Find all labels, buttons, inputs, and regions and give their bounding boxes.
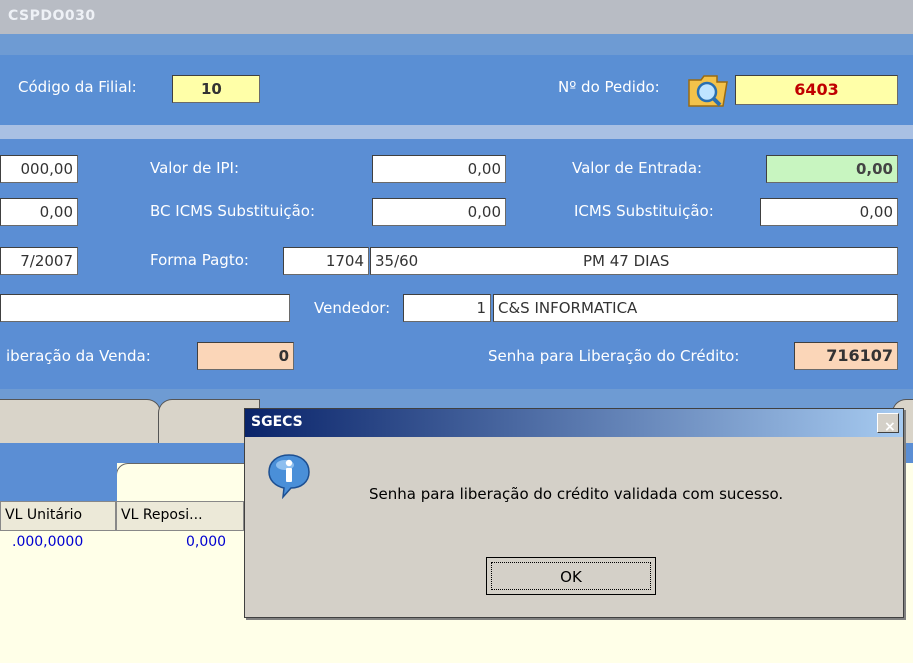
bc-icms-field[interactable]: 0,00 bbox=[372, 198, 506, 226]
senha-credito-field[interactable]: 716107 bbox=[794, 342, 898, 370]
dialog-title-bar: SGECS × bbox=[245, 409, 903, 437]
ok-button-label: OK bbox=[491, 562, 651, 590]
icms-subst-field[interactable]: 0,00 bbox=[760, 198, 898, 226]
entrada-label: Valor de Entrada: bbox=[572, 159, 703, 177]
icms-base-field[interactable]: 0,00 bbox=[0, 198, 78, 226]
grid-tab[interactable] bbox=[116, 463, 248, 502]
customer-field[interactable] bbox=[0, 294, 290, 322]
entrada-field[interactable]: 0,00 bbox=[766, 155, 898, 183]
search-folder-icon[interactable] bbox=[687, 72, 733, 108]
dialog-message: Senha para liberação do crédito validada… bbox=[369, 485, 784, 503]
forma-pagto-desc: 35/60 bbox=[375, 252, 419, 270]
close-button[interactable]: × bbox=[877, 413, 899, 435]
table-row[interactable]: .000,0000 0,000 bbox=[0, 531, 244, 553]
form-panel: 000,00 Valor de IPI: 0,00 Valor de Entra… bbox=[0, 139, 913, 389]
ipi-field[interactable]: 0,00 bbox=[372, 155, 506, 183]
ok-button[interactable]: OK bbox=[486, 557, 656, 595]
forma-pagto-name: PM 47 DIAS bbox=[583, 252, 670, 270]
info-icon bbox=[265, 451, 313, 500]
cell-vl-unitario: .000,0000 bbox=[12, 534, 84, 550]
window-title: CSPDO030 bbox=[8, 8, 96, 24]
ipi-label: Valor de IPI: bbox=[150, 159, 240, 177]
top-band bbox=[0, 34, 913, 55]
tab-1[interactable] bbox=[0, 399, 161, 444]
header-separator bbox=[0, 125, 913, 139]
forma-pagto-desc-field: 35/60 PM 47 DIAS bbox=[370, 247, 898, 275]
pedido-label: Nº do Pedido: bbox=[558, 78, 660, 96]
window-title-bar: CSPDO030 bbox=[0, 0, 913, 34]
senha-credito-label: Senha para Liberação do Crédito: bbox=[488, 347, 740, 365]
liberacao-venda-label: iberação da Venda: bbox=[6, 347, 151, 365]
date-field[interactable]: 7/2007 bbox=[0, 247, 78, 275]
column-header-vl-reposicao[interactable]: VL Reposi... bbox=[116, 501, 244, 531]
grid-tab-bg bbox=[0, 463, 117, 501]
message-dialog: SGECS × Senha para liberação do crédito … bbox=[244, 408, 904, 618]
forma-pagto-code-field[interactable]: 1704 bbox=[283, 247, 369, 275]
dialog-title: SGECS bbox=[251, 414, 303, 430]
bc-icms-label: BC ICMS Substituição: bbox=[150, 202, 316, 220]
vendedor-label: Vendedor: bbox=[314, 299, 391, 317]
close-icon: × bbox=[884, 419, 896, 435]
vendedor-name-field: C&S INFORMATICA bbox=[493, 294, 898, 322]
pedido-field[interactable]: 6403 bbox=[735, 75, 898, 105]
forma-pagto-label: Forma Pagto: bbox=[150, 251, 249, 269]
codigo-filial-field[interactable]: 10 bbox=[172, 75, 260, 103]
vendedor-code-field[interactable]: 1 bbox=[403, 294, 491, 322]
total-field[interactable]: 000,00 bbox=[0, 155, 78, 183]
cell-vl-reposicao: 0,000 bbox=[186, 534, 227, 550]
column-header-vl-unitario[interactable]: VL Unitário bbox=[0, 501, 116, 531]
liberacao-venda-field[interactable]: 0 bbox=[197, 342, 294, 370]
header-panel: Código da Filial: 10 Nº do Pedido: 6403 bbox=[0, 55, 913, 125]
icms-subst-label: ICMS Substituição: bbox=[574, 202, 714, 220]
codigo-filial-label: Código da Filial: bbox=[18, 78, 137, 96]
